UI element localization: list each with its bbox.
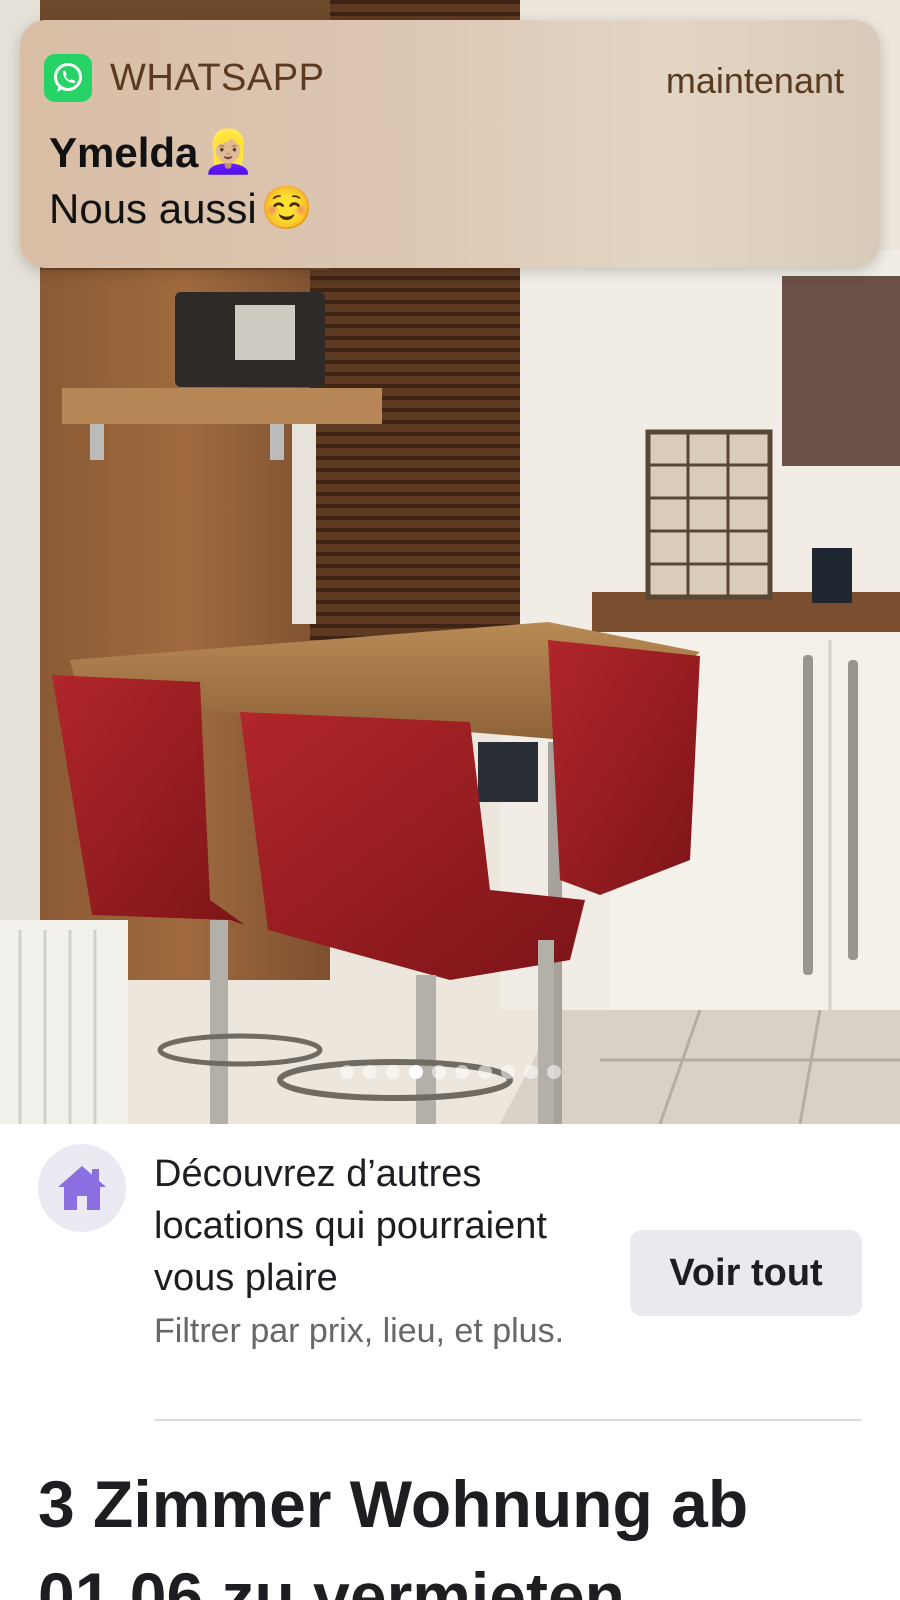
whatsapp-icon: [44, 54, 92, 102]
message-emoji: ☺️: [260, 184, 314, 231]
notification-time: maintenant: [665, 60, 844, 101]
pagination-dot[interactable]: [431, 1065, 446, 1079]
notification-message: Nous aussi: [49, 184, 257, 232]
house-icon: [58, 1166, 106, 1210]
notification-app-header: WHATSAPP: [44, 54, 324, 102]
pagination-dot[interactable]: [546, 1065, 561, 1079]
notification-sender-row: Ymelda 👱🏼‍♀️: [49, 128, 255, 177]
see-all-button[interactable]: Voir tout: [630, 1230, 862, 1316]
house-icon-badge: [38, 1144, 126, 1232]
pagination-dot-active[interactable]: [408, 1065, 423, 1079]
promo-title: Découvrez d’autres locations qui pourrai…: [154, 1153, 547, 1299]
sender-emoji: 👱🏼‍♀️: [202, 128, 255, 175]
whatsapp-notification[interactable]: WHATSAPP maintenant Ymelda 👱🏼‍♀️ Nous au…: [20, 20, 880, 268]
pagination-dot[interactable]: [523, 1065, 538, 1079]
promo-subtitle: Filtrer par prix, lieu, et plus.: [154, 1312, 565, 1350]
notification-message-row: Nous aussi ☺️: [49, 184, 313, 233]
pagination-dot[interactable]: [454, 1065, 469, 1079]
pagination-dot[interactable]: [362, 1065, 377, 1079]
pagination-dot[interactable]: [477, 1065, 492, 1079]
pagination-dot[interactable]: [500, 1065, 515, 1079]
notification-app-name: WHATSAPP: [110, 56, 325, 99]
divider: [154, 1419, 862, 1421]
pagination-dot[interactable]: [339, 1065, 354, 1079]
notification-sender: Ymelda: [49, 128, 199, 176]
photo-pagination-dots: [0, 1065, 900, 1081]
listing-title: 3 Zimmer Wohnung ab 01.06 zu vermieten: [38, 1467, 749, 1600]
pagination-dot[interactable]: [385, 1065, 400, 1079]
